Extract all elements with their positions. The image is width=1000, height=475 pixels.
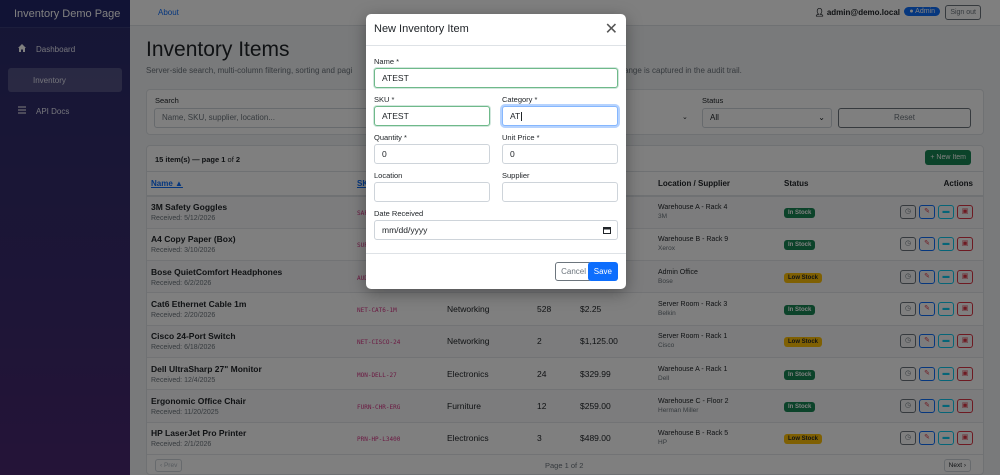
supplier-label: Supplier [502,171,530,180]
calendar-icon[interactable] [603,221,611,239]
name-label: Name * [374,57,400,66]
text-caret [521,112,523,122]
sku-field-value: ATEST [382,111,409,121]
close-icon[interactable]: ✕ [605,19,618,39]
cancel-button[interactable]: Cancel [555,262,592,281]
save-button[interactable]: Save [587,262,618,281]
quantity-label: Quantity * [374,133,407,142]
location-field[interactable] [374,182,490,202]
name-field[interactable]: ATEST [374,68,618,88]
new-item-modal: New Inventory Item ✕ Name * ATEST SKU * … [366,14,626,289]
category-field[interactable]: AT [502,106,618,126]
name-field-value: ATEST [382,73,409,83]
price-label: Unit Price * [502,133,540,142]
modal-title: New Inventory Item [374,23,469,35]
modal-footer: Cancel Save [366,253,626,289]
sku-label: SKU * [374,95,395,104]
modal-header: New Inventory Item ✕ [366,14,626,46]
location-label: Location [374,171,403,180]
date-received-field[interactable]: mm/dd/yyyy [374,220,618,240]
date-received-label: Date Received [374,209,424,218]
category-label: Category * [502,95,538,104]
sku-field[interactable]: ATEST [374,106,490,126]
date-placeholder: mm/dd/yyyy [382,225,428,235]
supplier-field[interactable] [502,182,618,202]
unit-price-field-value: 0 [510,149,515,159]
category-field-value: AT [510,111,521,121]
unit-price-field[interactable]: 0 [502,144,618,164]
quantity-field[interactable]: 0 [374,144,490,164]
quantity-field-value: 0 [382,149,387,159]
